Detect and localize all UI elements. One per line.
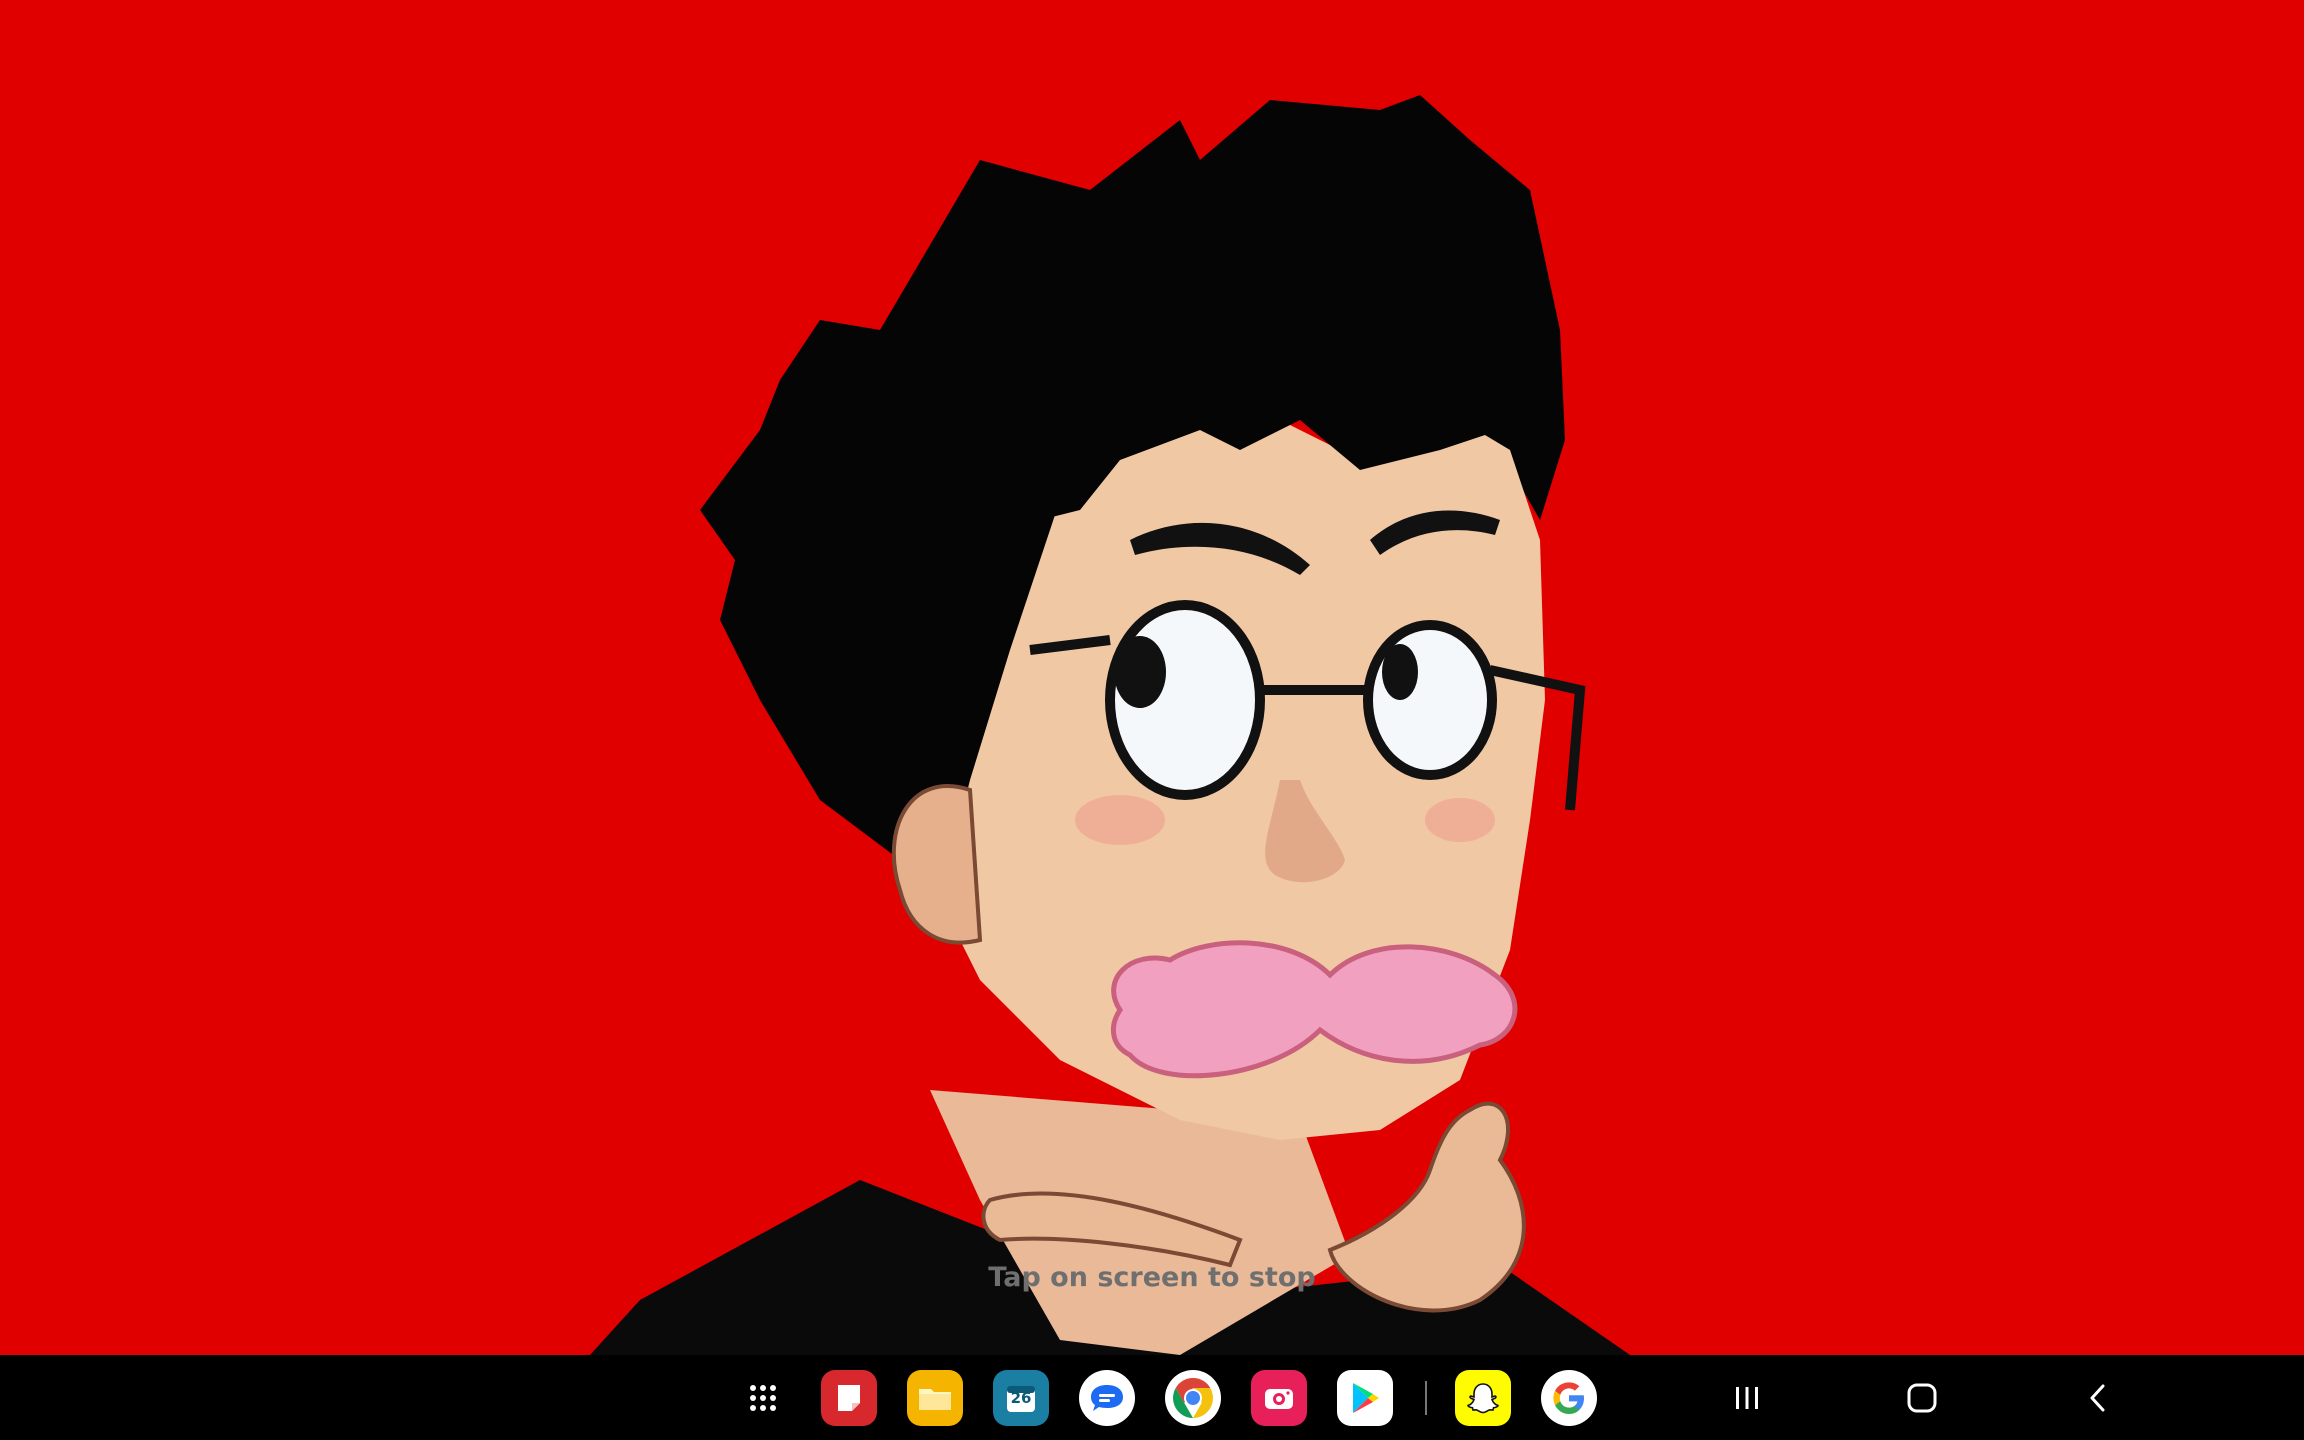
apps-grid-button[interactable]	[735, 1370, 791, 1426]
notes-icon	[838, 1385, 860, 1411]
messages-app-button[interactable]	[1079, 1370, 1135, 1426]
camera-app-button[interactable]	[1251, 1370, 1307, 1426]
google-icon	[1553, 1382, 1584, 1414]
notes-app-button[interactable]	[821, 1370, 877, 1426]
files-app-button[interactable]	[907, 1370, 963, 1426]
wallpaper-illustration	[590, 95, 1630, 1355]
apps-grid-icon	[750, 1385, 776, 1411]
play-store-icon	[1353, 1383, 1379, 1413]
wallpaper[interactable]	[0, 0, 2304, 1355]
recents-icon	[1736, 1386, 1758, 1409]
taskbar-dock: 26	[735, 1370, 1627, 1426]
back-button[interactable]	[2058, 1355, 2138, 1440]
google-app-button[interactable]	[1541, 1370, 1597, 1426]
tap-to-stop-hint: Tap on screen to stop	[988, 1262, 1316, 1293]
chrome-app-button[interactable]	[1165, 1370, 1221, 1426]
home-button[interactable]	[1882, 1355, 1962, 1440]
messages-icon	[1091, 1385, 1123, 1411]
back-icon	[2090, 1384, 2105, 1411]
dock-divider	[1425, 1381, 1427, 1415]
camera-icon	[1265, 1389, 1293, 1409]
snapchat-icon	[1467, 1383, 1499, 1414]
home-icon	[1907, 1383, 1937, 1412]
snapchat-app-button[interactable]	[1455, 1370, 1511, 1426]
taskbar: 26	[0, 1355, 2304, 1440]
files-icon	[919, 1389, 951, 1410]
play-store-app-button[interactable]	[1337, 1370, 1393, 1426]
calendar-date-label: 26	[1010, 1389, 1032, 1407]
calendar-app-button[interactable]: 26	[993, 1370, 1049, 1426]
chrome-icon	[1173, 1378, 1213, 1418]
recents-button[interactable]	[1707, 1355, 1787, 1440]
